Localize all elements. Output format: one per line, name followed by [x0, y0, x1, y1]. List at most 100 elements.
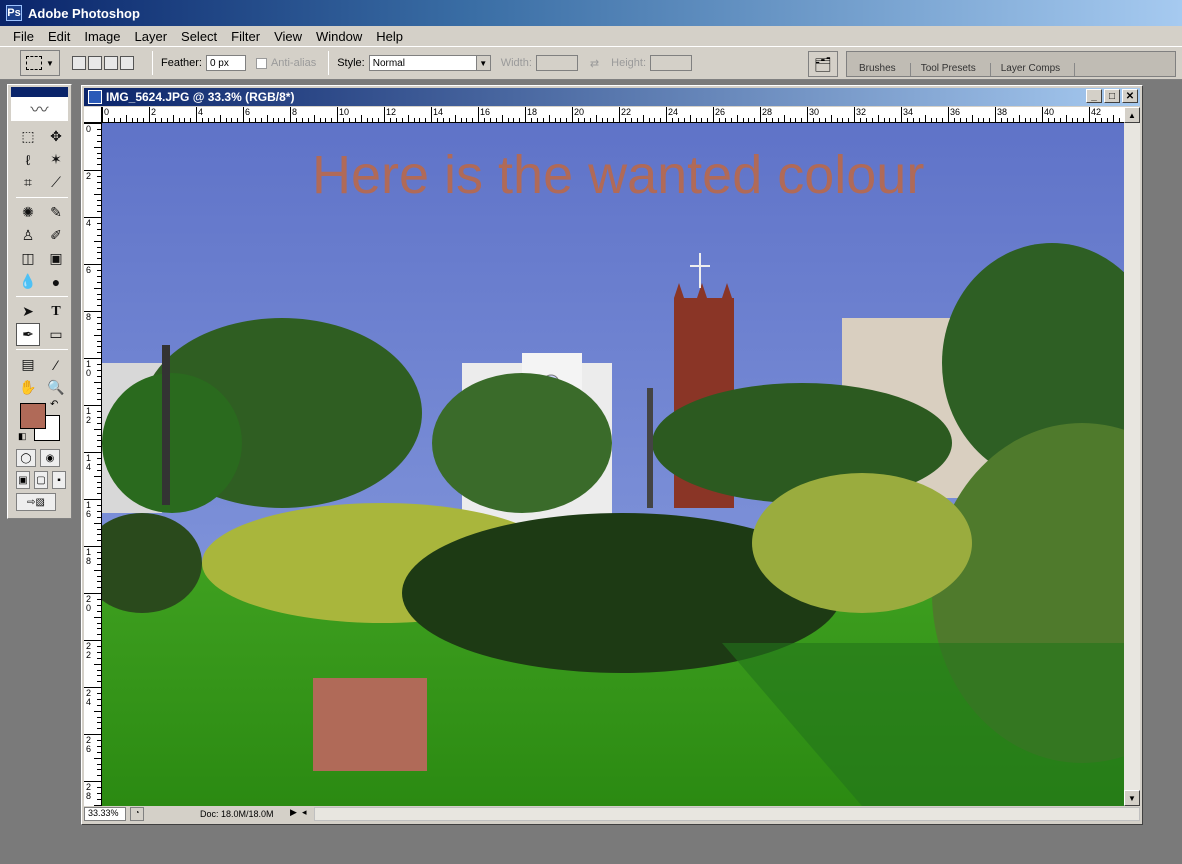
healing-brush-tool-icon[interactable]: ✺: [16, 201, 40, 224]
vertical-scrollbar[interactable]: ▲ ▼: [1124, 107, 1140, 806]
clone-stamp-tool-icon[interactable]: ♙: [16, 224, 40, 247]
crop-tool-icon[interactable]: ⌗: [16, 171, 40, 194]
default-colors-icon[interactable]: ◧: [18, 431, 27, 442]
file-browser-button[interactable]: 🗂: [808, 51, 838, 77]
feather-input[interactable]: 0 px: [205, 55, 246, 71]
eraser-tool-icon[interactable]: ◫: [16, 247, 40, 270]
status-menu-arrow-icon[interactable]: ▶: [290, 807, 302, 821]
scroll-up-icon[interactable]: ▲: [1124, 107, 1140, 123]
ruler-tick: [448, 118, 450, 122]
full-screen-menu-mode-icon[interactable]: ▢: [34, 471, 48, 489]
menu-help[interactable]: Help: [369, 29, 410, 44]
subtract-from-selection-icon[interactable]: [104, 56, 118, 70]
height-input[interactable]: [650, 55, 692, 71]
path-selection-tool-icon[interactable]: ➤: [16, 300, 40, 323]
menu-edit[interactable]: Edit: [41, 29, 77, 44]
minimize-icon[interactable]: _: [1086, 89, 1102, 103]
width-input[interactable]: [535, 55, 578, 71]
menu-filter[interactable]: Filter: [224, 29, 267, 44]
standard-screen-mode-icon[interactable]: ▣: [16, 471, 30, 489]
intersect-selection-icon[interactable]: [120, 56, 134, 70]
horizontal-scrollbar[interactable]: [314, 807, 1140, 821]
swap-colors-icon[interactable]: ↶: [50, 399, 58, 410]
tab-brushes[interactable]: Brushes: [851, 63, 911, 76]
ruler-tick: [94, 663, 101, 665]
magic-wand-tool-icon[interactable]: ✶: [44, 148, 68, 171]
vertical-ruler[interactable]: 0 2 4 6 8 10 12 14 16 18 20 22 24 26 28: [84, 123, 102, 806]
ruler-tick: [97, 199, 101, 201]
ruler-tick: [431, 107, 432, 122]
ruler-tick: [97, 252, 101, 254]
rectangle-tool-icon[interactable]: ▭: [44, 323, 68, 346]
chevron-down-icon: ▼: [475, 56, 490, 70]
eyedropper-tool-icon[interactable]: ⁄: [44, 353, 68, 376]
add-to-selection-icon[interactable]: [88, 56, 102, 70]
width-label: Width:: [500, 57, 532, 69]
new-selection-icon[interactable]: [72, 56, 86, 70]
horizontal-ruler[interactable]: 0 2 4 6 8 10 12 14 16 18 20 22 24 26 28 30 32 34 36 38 40 42: [102, 107, 1124, 123]
dodge-tool-icon[interactable]: ●: [44, 270, 68, 293]
maximize-icon[interactable]: □: [1104, 89, 1120, 103]
tab-layer-comps[interactable]: Layer Comps: [993, 63, 1076, 76]
full-screen-mode-icon[interactable]: ▪: [52, 471, 66, 489]
zoom-level-field[interactable]: 33.33%: [84, 807, 126, 821]
image-canvas[interactable]: Here is the wanted colour: [102, 123, 1124, 806]
ruler-tick: [97, 716, 101, 718]
marquee-tool-icon[interactable]: ⬚: [16, 125, 40, 148]
ruler-h-label: 20: [574, 107, 585, 117]
ruler-tick: [577, 118, 579, 122]
feather-logo-icon[interactable]: 〰: [11, 87, 68, 121]
move-tool-icon[interactable]: ✥: [44, 125, 68, 148]
blur-tool-icon[interactable]: 💧: [16, 270, 40, 293]
hand-tool-icon[interactable]: ✋: [16, 376, 40, 399]
menu-layer[interactable]: Layer: [128, 29, 175, 44]
menu-file[interactable]: File: [6, 29, 41, 44]
zoom-tool-icon[interactable]: 🔍: [44, 376, 68, 399]
document-title-bar[interactable]: IMG_5624.JPG @ 33.3% (RGB/8*) _ □ ✕: [84, 88, 1140, 106]
ruler-tick: [724, 118, 726, 122]
ruler-tick: [97, 258, 101, 260]
standard-mode-icon[interactable]: ◯: [16, 449, 36, 467]
swap-arrows-icon[interactable]: ⇄: [590, 57, 599, 70]
ruler-tick: [97, 352, 101, 354]
history-brush-tool-icon[interactable]: ✐: [44, 224, 68, 247]
ruler-tick: [97, 363, 101, 365]
close-icon[interactable]: ✕: [1122, 89, 1138, 103]
style-select[interactable]: Normal ▼: [368, 55, 491, 71]
lasso-tool-icon[interactable]: ℓ: [16, 148, 40, 171]
scroll-left-icon[interactable]: ◂: [302, 807, 314, 821]
ruler-tick: [94, 757, 101, 759]
ruler-tick: [178, 118, 180, 122]
ruler-v-label: 6: [86, 265, 92, 275]
ruler-tick: [366, 118, 368, 122]
menu-view[interactable]: View: [267, 29, 309, 44]
ruler-tick: [495, 118, 497, 122]
menu-image[interactable]: Image: [77, 29, 127, 44]
ruler-v-label: 12: [86, 406, 92, 425]
tool-preset-picker[interactable]: ▼: [20, 50, 60, 76]
ruler-tick: [1047, 118, 1049, 122]
ruler-tick: [1071, 118, 1073, 122]
type-tool-icon[interactable]: T: [44, 300, 68, 323]
ruler-origin[interactable]: [84, 107, 102, 123]
ruler-h-label: 14: [433, 107, 444, 117]
notes-tool-icon[interactable]: ▤: [16, 353, 40, 376]
tab-tool-presets[interactable]: Tool Presets: [913, 63, 991, 76]
pen-tool-icon[interactable]: ✒: [16, 323, 40, 346]
ruler-tick: [166, 118, 168, 122]
ruler-tick: [97, 675, 101, 677]
scroll-down-icon[interactable]: ▼: [1124, 790, 1140, 806]
jump-to-imageready-icon[interactable]: ⇨▧: [16, 493, 56, 511]
menu-window[interactable]: Window: [309, 29, 369, 44]
slice-tool-icon[interactable]: ⟋: [44, 171, 68, 194]
ruler-h-label: 16: [480, 107, 491, 117]
gradient-tool-icon[interactable]: ▣: [44, 247, 68, 270]
foreground-color-swatch[interactable]: [20, 403, 46, 429]
antialias-checkbox[interactable]: [255, 57, 267, 69]
brush-tool-icon[interactable]: ✎: [44, 201, 68, 224]
zoom-icon[interactable]: ◔: [130, 807, 144, 821]
ruler-tick: [389, 118, 391, 122]
ruler-tick: [97, 792, 101, 794]
menu-select[interactable]: Select: [174, 29, 224, 44]
quick-mask-mode-icon[interactable]: ◉: [40, 449, 60, 467]
